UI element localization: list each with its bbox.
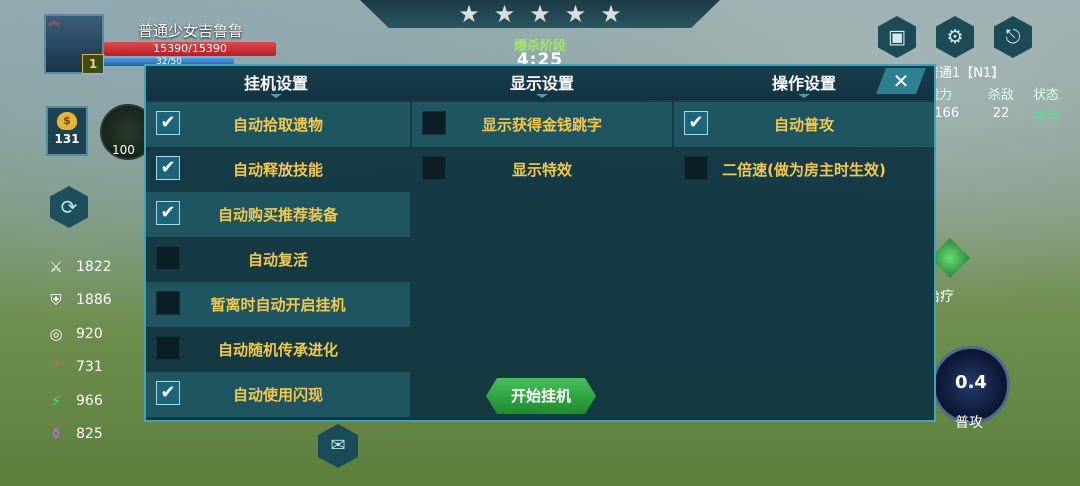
rank-up-icon: ⌃ xyxy=(49,358,63,377)
panel-header: 挂机设置 显示设置 操作设置 ✕ xyxy=(146,66,934,100)
backpack-icon[interactable]: ▣ xyxy=(878,16,916,58)
tab-operation-settings[interactable]: 操作设置 xyxy=(734,70,874,94)
sword-icon: ⚔ xyxy=(49,257,63,276)
setting-row[interactable]: 显示特效 xyxy=(412,147,672,192)
setting-label: 自动随机传承进化 xyxy=(217,341,338,359)
setting-label: 自动拾取遗物 xyxy=(232,116,323,134)
star-icon: ★ xyxy=(493,0,516,28)
stat-accuracy: ◎ 920 xyxy=(44,317,112,351)
stat-defense: ⛨ 1886 xyxy=(44,284,112,318)
checkbox[interactable] xyxy=(422,156,446,180)
stat-value: 966 xyxy=(76,392,103,409)
close-button[interactable]: ✕ xyxy=(876,68,926,94)
kills-value: 22 xyxy=(992,106,1010,121)
setting-label: 显示特效 xyxy=(511,161,572,179)
chat-icon[interactable]: ✉ xyxy=(318,424,358,468)
player-name: 普通少女吉鲁鲁 xyxy=(138,22,244,40)
header-status: 状态 xyxy=(1032,88,1059,103)
checkbox[interactable] xyxy=(156,291,180,315)
setting-row[interactable]: 自动使用闪现 xyxy=(146,372,410,417)
stat-value: 1886 xyxy=(76,292,112,309)
settings-panel: 挂机设置 显示设置 操作设置 ✕ 自动拾取遗物 自动释放技能 自动购买推荐装备 … xyxy=(144,64,936,422)
gear-icon[interactable]: ⚙ xyxy=(936,16,974,58)
tab-marker xyxy=(536,94,548,98)
scoreboard-row: 5166 22 存活 xyxy=(926,106,1074,126)
checkbox[interactable] xyxy=(684,156,708,180)
gold-counter[interactable]: $ 131 xyxy=(46,106,88,156)
checkbox[interactable] xyxy=(156,201,180,225)
stat-value: 825 xyxy=(76,426,103,443)
setting-row[interactable]: 自动复活 xyxy=(146,237,410,282)
scoreboard: 战力 杀敌 状态 5166 22 存活 xyxy=(926,84,1074,126)
setting-label: 二倍速(做为房主时生效) xyxy=(722,161,886,179)
tab-idle-settings[interactable]: 挂机设置 xyxy=(206,70,346,94)
gold-value: 131 xyxy=(54,132,80,146)
setting-row[interactable]: 自动释放技能 xyxy=(146,147,410,192)
checkbox[interactable] xyxy=(156,156,180,180)
setting-label: 暂离时自动开启挂机 xyxy=(210,296,346,314)
money-bag-icon: $ xyxy=(57,112,77,130)
header-kills: 杀敌 xyxy=(987,88,1014,103)
heal-skill-button[interactable] xyxy=(930,238,970,278)
stat-value: 920 xyxy=(76,325,103,342)
setting-label: 显示获得金钱跳字 xyxy=(481,116,602,134)
setting-row[interactable]: 自动购买推荐装备 xyxy=(146,192,410,237)
rank-icon: ︽ xyxy=(48,14,61,28)
stat-magic: ⚱ 825 xyxy=(44,418,112,452)
setting-row[interactable]: 自动普攻 xyxy=(674,102,934,147)
setting-row[interactable]: 暂离时自动开启挂机 xyxy=(146,282,410,327)
setting-label: 自动释放技能 xyxy=(232,161,323,179)
tab-marker xyxy=(798,94,810,98)
setting-row[interactable]: 自动拾取遗物 xyxy=(146,102,410,147)
operation-settings-column: 自动普攻 二倍速(做为房主时生效) xyxy=(674,102,934,192)
player-level-badge: 1 xyxy=(82,54,104,74)
shield-icon: ⛨ xyxy=(50,291,62,310)
target-icon: ◎ xyxy=(49,324,63,343)
lightning-icon: ⚡ xyxy=(50,391,62,410)
checkbox[interactable] xyxy=(684,111,708,135)
room-label: 普通1【N1】 xyxy=(926,66,1005,81)
exit-icon[interactable]: ⎋ xyxy=(994,16,1032,58)
star-icon: ★ xyxy=(458,0,480,28)
setting-label: 自动复活 xyxy=(247,251,308,269)
attack-label: 普攻 xyxy=(955,415,983,431)
start-idle-button[interactable]: 开始挂机 xyxy=(486,378,596,414)
setting-row[interactable]: 自动随机传承进化 xyxy=(146,327,410,372)
checkbox[interactable] xyxy=(156,336,180,360)
scoreboard-header: 战力 杀敌 状态 xyxy=(926,84,1074,104)
checkbox[interactable] xyxy=(156,381,180,405)
status-value: 存活 xyxy=(1032,110,1059,125)
stat-attack: ⚔ 1822 xyxy=(44,250,112,284)
stat-value: 731 xyxy=(76,359,103,376)
tab-marker xyxy=(270,94,282,98)
checkbox[interactable] xyxy=(156,111,180,135)
display-settings-column: 显示获得金钱跳字 显示特效 xyxy=(412,102,672,192)
star-rating-bar: ★ ★ ★ ★ ★ xyxy=(360,0,720,28)
setting-row[interactable]: 显示获得金钱跳字 xyxy=(412,102,672,147)
star-icon: ★ xyxy=(564,0,587,28)
setting-label: 自动购买推荐装备 xyxy=(217,206,338,224)
stat-value: 1822 xyxy=(76,258,112,275)
refresh-icon[interactable]: ⟳ xyxy=(50,186,88,228)
hp-bar: 15390/15390 xyxy=(104,42,276,56)
attack-cooldown: 0.4 xyxy=(955,372,987,393)
stat-rank: ⌃ 731 xyxy=(44,351,112,385)
star-icon: ★ xyxy=(600,0,622,28)
potion-icon: ⚱ xyxy=(49,425,63,444)
stat-speed: ⚡ 966 xyxy=(44,384,112,418)
setting-label: 自动使用闪现 xyxy=(232,386,323,404)
setting-row[interactable]: 二倍速(做为房主时生效) xyxy=(674,147,934,192)
setting-label: 自动普攻 xyxy=(773,116,834,134)
tab-display-settings[interactable]: 显示设置 xyxy=(472,70,612,94)
star-icon: ★ xyxy=(529,0,551,28)
stat-list: ⚔ 1822 ⛨ 1886 ◎ 920 ⌃ 731 ⚡ 966 ⚱ 825 xyxy=(44,250,112,452)
skill-cooldown: 100 xyxy=(112,143,135,157)
checkbox[interactable] xyxy=(422,111,446,135)
idle-settings-column: 自动拾取遗物 自动释放技能 自动购买推荐装备 自动复活 暂离时自动开启挂机 自动… xyxy=(146,102,410,417)
checkbox[interactable] xyxy=(156,246,180,270)
